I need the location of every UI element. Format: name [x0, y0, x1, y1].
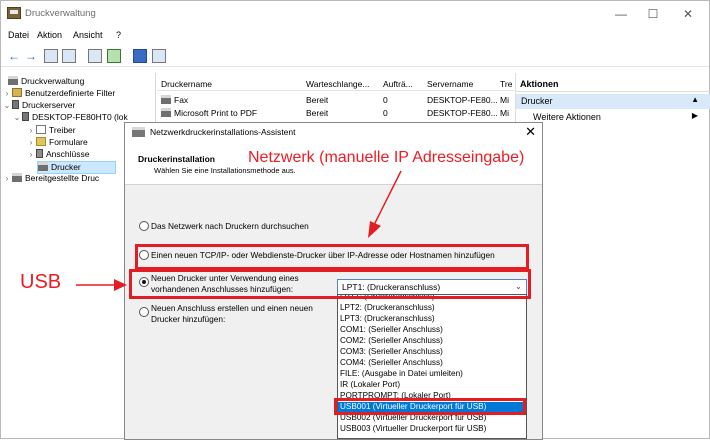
print-management-window: Druckverwaltung — ☐ ✕ Datei Aktion Ansic… [0, 0, 710, 440]
annotation-arrows [76, 170, 402, 291]
network-arrow-line [373, 170, 402, 226]
usb-arrow-head [114, 279, 127, 291]
network-arrow-head [368, 221, 381, 238]
